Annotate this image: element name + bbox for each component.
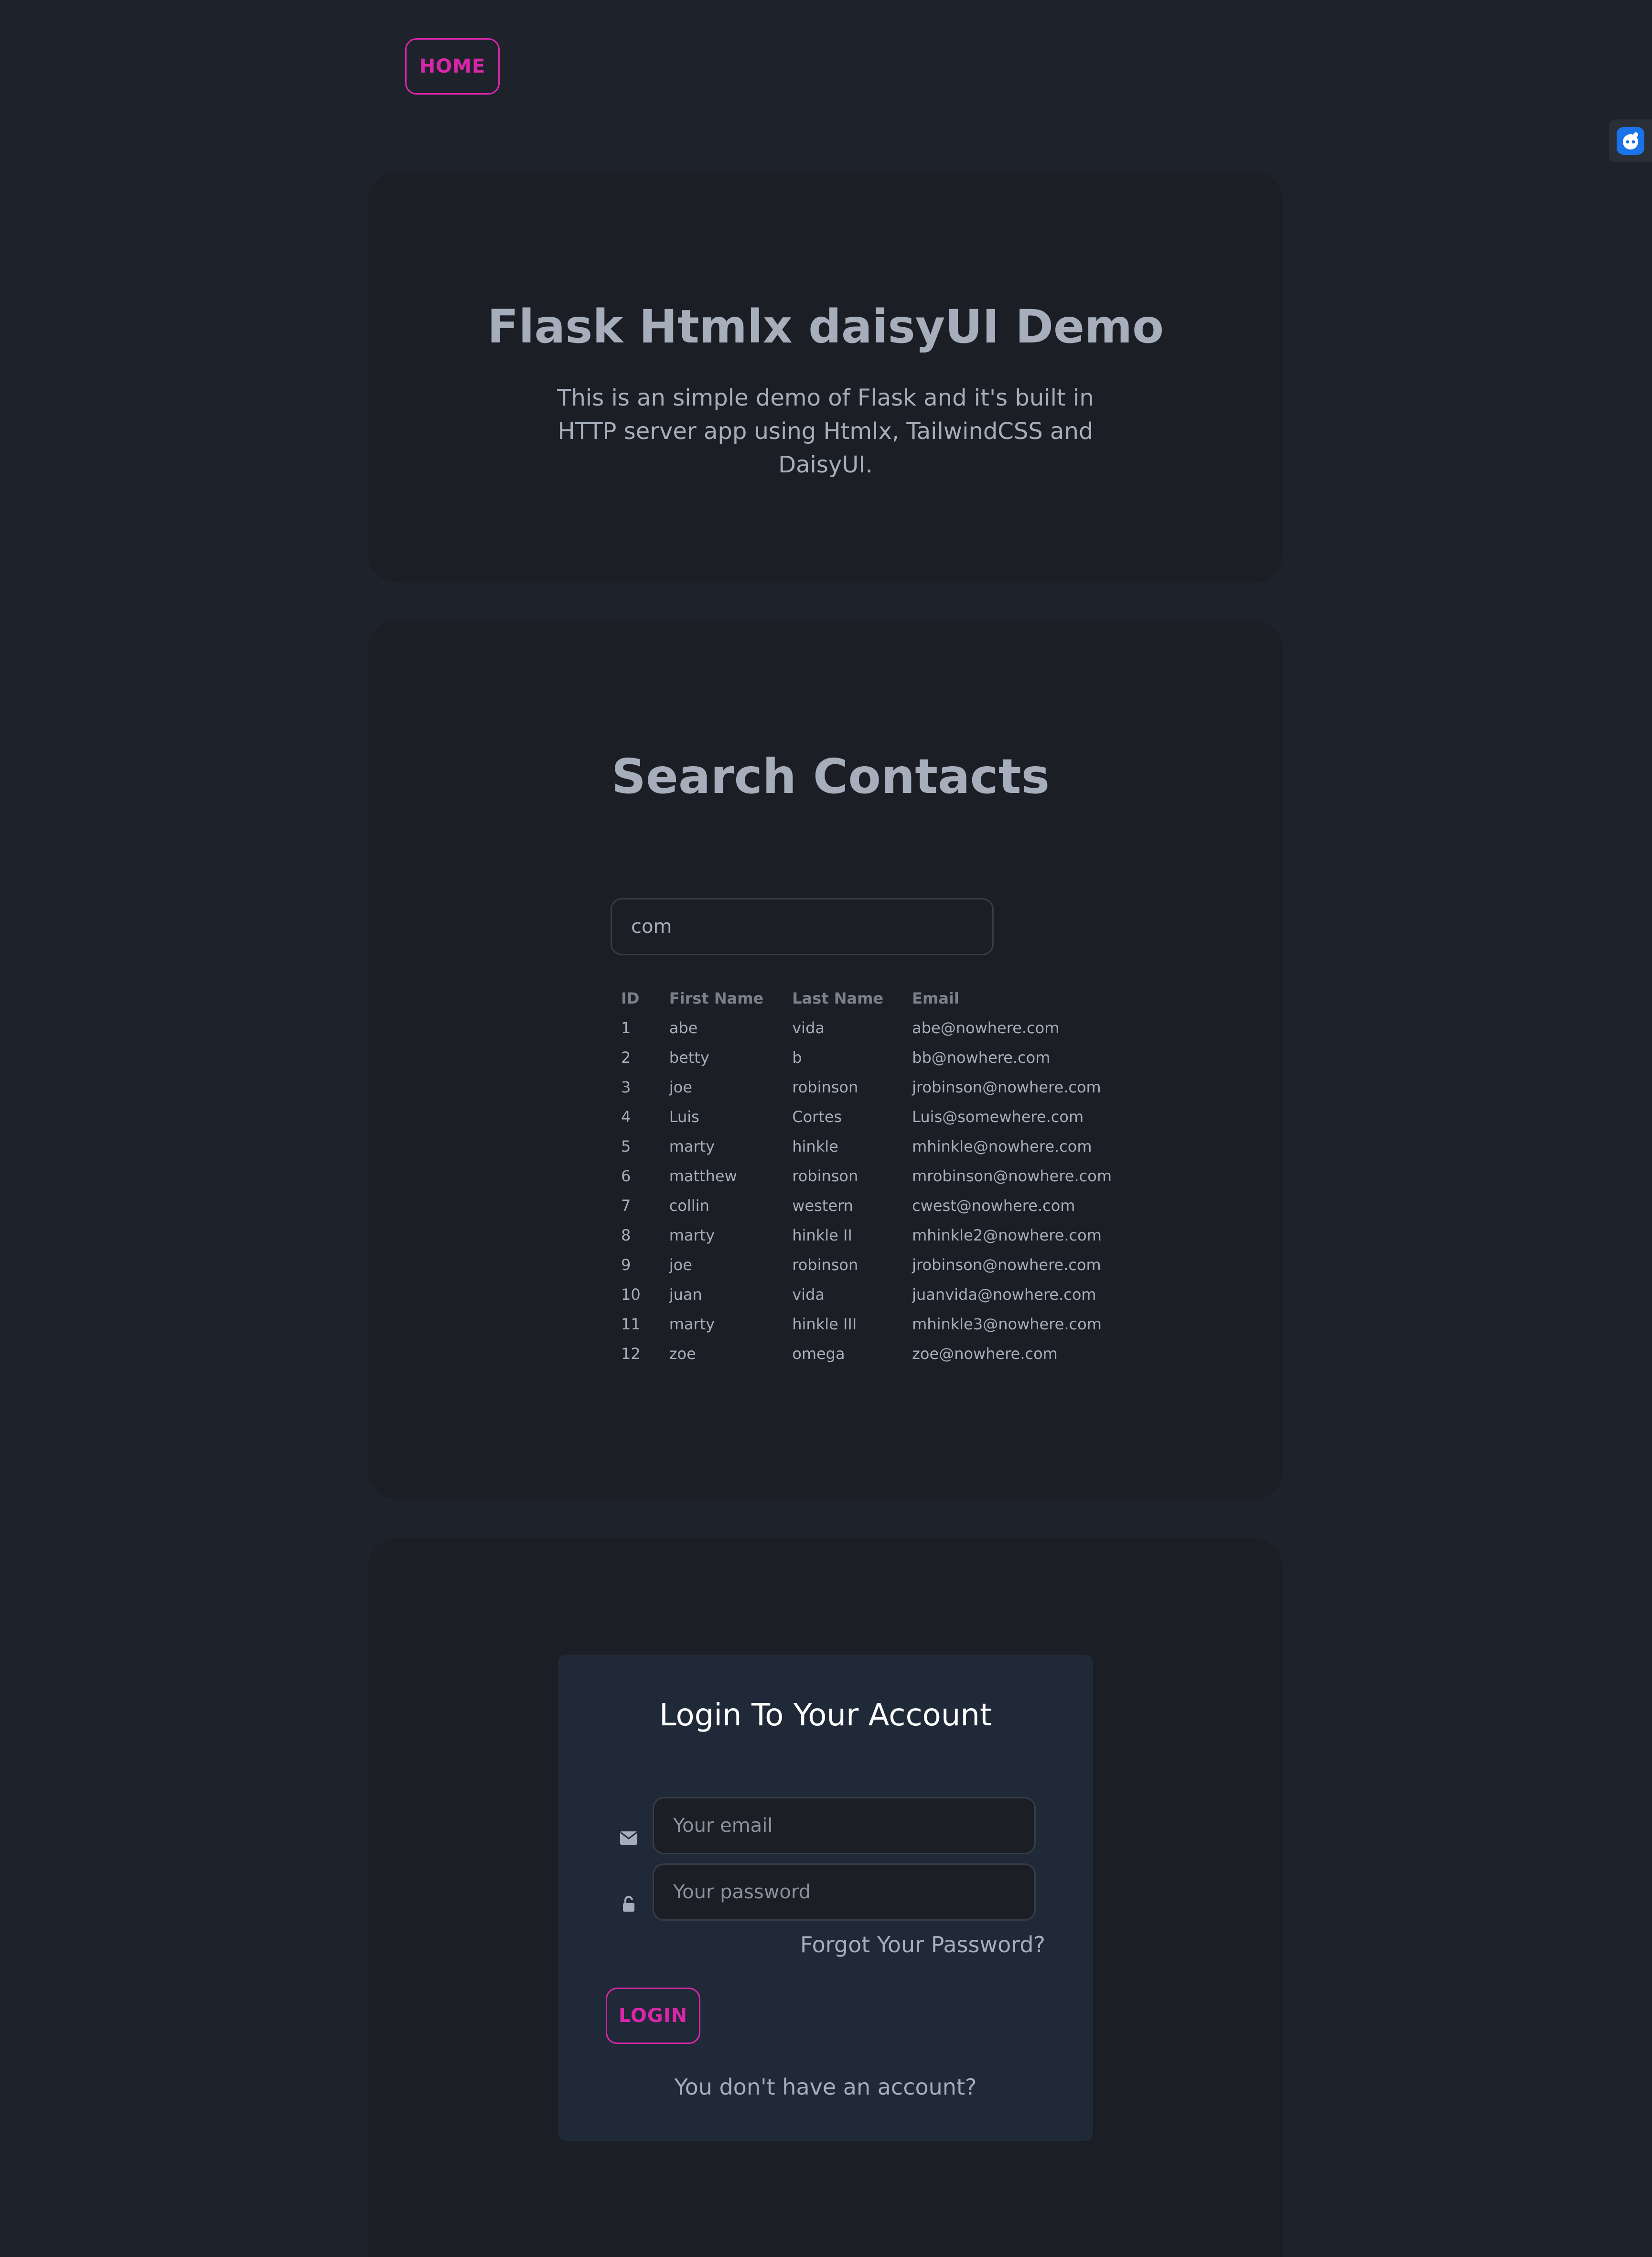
cell-last-name: western (792, 1197, 853, 1215)
forgot-password-link[interactable]: Forgot Your Password? (800, 1932, 1045, 1957)
hero-description: This is an simple demo of Flask and it's… (557, 385, 1094, 478)
table-header-row: ID First Name Last Name Email (611, 984, 1131, 1013)
cell-email: mhinkle3@nowhere.com (912, 1315, 1102, 1333)
cell-email: mhinkle2@nowhere.com (912, 1226, 1102, 1244)
cell-first-name: abe (669, 1019, 698, 1037)
search-title: Search Contacts (611, 749, 1050, 804)
cell-first-name: joe (669, 1256, 692, 1274)
home-button[interactable]: HOME (405, 38, 500, 95)
cell-first-name: joe (669, 1078, 692, 1096)
search-input[interactable] (611, 898, 994, 955)
cell-email: juanvida@nowhere.com (912, 1285, 1096, 1304)
column-header-email: Email (912, 989, 959, 1007)
cell-email: mrobinson@nowhere.com (912, 1167, 1112, 1185)
cell-first-name: betty (669, 1048, 709, 1067)
hero-title: Flask Htmlx daisyUI Demo (487, 300, 1164, 353)
cell-id: 8 (621, 1226, 631, 1244)
cell-id: 2 (621, 1048, 631, 1067)
cell-id: 7 (621, 1197, 631, 1215)
cell-last-name: vida (792, 1019, 825, 1037)
signup-link[interactable]: You don't have an account? (558, 2074, 1093, 2100)
cell-first-name: marty (669, 1315, 715, 1333)
hero-card: Flask Htmlx daisyUI Demo This is an simp… (368, 171, 1283, 583)
contacts-table: ID First Name Last Name Email 1 abe vida ab… (611, 984, 1131, 1369)
cell-first-name: Luis (669, 1108, 699, 1126)
cell-id: 11 (621, 1315, 641, 1333)
cell-email: zoe@nowhere.com (912, 1345, 1058, 1363)
table-row: 1 abe vida abe@nowhere.com (611, 1013, 1131, 1043)
cell-first-name: matthew (669, 1167, 737, 1185)
cell-last-name: robinson (792, 1078, 858, 1096)
email-field[interactable] (653, 1797, 1036, 1854)
cell-id: 9 (621, 1256, 631, 1274)
cell-id: 1 (621, 1019, 631, 1037)
column-header-last-name: Last Name (792, 989, 884, 1007)
cell-last-name: hinkle III (792, 1315, 857, 1333)
cell-first-name: marty (669, 1226, 715, 1244)
cell-id: 4 (621, 1108, 631, 1126)
table-row: 4 Luis Cortes Luis@somewhere.com (611, 1102, 1131, 1132)
unlock-icon (619, 1894, 638, 1914)
search-contacts-card: Search Contacts ID First Name Last Name … (368, 620, 1283, 1500)
table-row: 6 matthew robinson mrobinson@nowhere.com (611, 1161, 1131, 1191)
table-row: 8 marty hinkle II mhinkle2@nowhere.com (611, 1220, 1131, 1250)
table-row: 7 collin western cwest@nowhere.com (611, 1191, 1131, 1220)
cell-last-name: hinkle II (792, 1226, 852, 1244)
login-section: Login To Your Account Forgot Your Passwo… (368, 1538, 1283, 2257)
table-row: 5 marty hinkle mhinkle@nowhere.com (611, 1132, 1131, 1161)
login-card: Login To Your Account Forgot Your Passwo… (558, 1655, 1093, 2141)
contacts-table-body: 1 abe vida abe@nowhere.com 2 betty b bb@nowhere… (611, 1013, 1131, 1369)
cell-last-name: robinson (792, 1256, 858, 1274)
cell-last-name: hinkle (792, 1137, 838, 1155)
table-row: 12 zoe omega zoe@nowhere.com (611, 1339, 1131, 1369)
cell-last-name: b (792, 1048, 802, 1067)
cell-id: 3 (621, 1078, 631, 1096)
table-row: 10 juan vida juanvida@nowhere.com (611, 1280, 1131, 1309)
cell-first-name: marty (669, 1137, 715, 1155)
login-button[interactable]: LOGIN (606, 1988, 700, 2044)
column-header-id: ID (621, 989, 640, 1007)
extension-button[interactable] (1609, 119, 1652, 162)
cell-email: jrobinson@nowhere.com (912, 1078, 1101, 1096)
cell-last-name: vida (792, 1285, 825, 1304)
cell-id: 5 (621, 1137, 631, 1155)
table-row: 11 marty hinkle III mhinkle3@nowhere.com (611, 1309, 1131, 1339)
cell-id: 6 (621, 1167, 631, 1185)
cell-email: abe@nowhere.com (912, 1019, 1060, 1037)
envelope-icon (619, 1829, 638, 1848)
cell-last-name: robinson (792, 1167, 858, 1185)
column-header-first-name: First Name (669, 989, 764, 1007)
cell-first-name: zoe (669, 1345, 696, 1363)
cell-email: mhinkle@nowhere.com (912, 1137, 1092, 1155)
cell-email: cwest@nowhere.com (912, 1197, 1075, 1215)
cell-email: bb@nowhere.com (912, 1048, 1051, 1067)
cell-first-name: juan (669, 1285, 702, 1304)
table-row: 2 betty b bb@nowhere.com (611, 1043, 1131, 1072)
cell-last-name: omega (792, 1345, 845, 1363)
table-row: 9 joe robinson jrobinson@nowhere.com (611, 1250, 1131, 1280)
cell-id: 12 (621, 1345, 641, 1363)
cell-id: 10 (621, 1285, 641, 1304)
robot-face-icon (1617, 127, 1644, 155)
cell-first-name: collin (669, 1197, 709, 1215)
cell-email: Luis@somewhere.com (912, 1108, 1084, 1126)
password-field[interactable] (653, 1863, 1036, 1921)
table-row: 3 joe robinson jrobinson@nowhere.com (611, 1072, 1131, 1102)
cell-email: jrobinson@nowhere.com (912, 1256, 1101, 1274)
cell-last-name: Cortes (792, 1108, 842, 1126)
login-title: Login To Your Account (659, 1698, 992, 1733)
